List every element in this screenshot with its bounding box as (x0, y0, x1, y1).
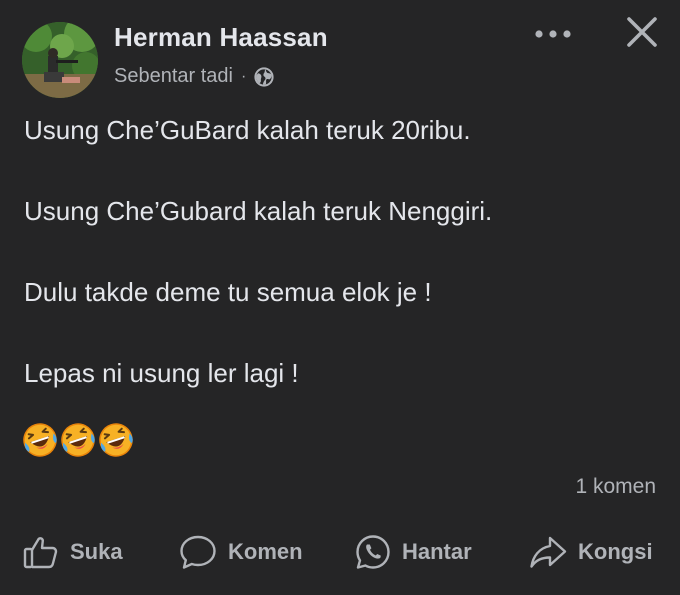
share-label: Kongsi (578, 539, 653, 564)
globe-icon (254, 66, 274, 87)
send-button[interactable]: Hantar (354, 528, 472, 576)
comment-button[interactable]: Komen (178, 528, 303, 576)
send-label: Hantar (402, 539, 472, 564)
post-text: Usung Che’GuBard kalah teruk 20ribu. Usu… (24, 110, 654, 434)
like-button[interactable]: Suka (22, 528, 123, 576)
author-name[interactable]: Herman Haassan (114, 22, 328, 53)
post-meta: Sebentar tadi · (114, 65, 274, 88)
post-line: Usung Che’GuBard kalah teruk 20ribu. (24, 115, 471, 145)
laughing-emoji-icon (22, 422, 58, 463)
laughing-emoji-icon (60, 422, 96, 463)
share-arrow-icon (528, 533, 568, 571)
whatsapp-icon (354, 533, 392, 571)
speech-bubble-icon (178, 533, 218, 571)
post-line: Usung Che’Gubard kalah teruk Nenggiri. (24, 196, 493, 226)
comment-count-link[interactable]: 1 komen (575, 475, 656, 499)
emoji-row (22, 422, 134, 463)
more-options-button[interactable] (530, 22, 576, 48)
close-button[interactable] (620, 12, 664, 56)
post-line: Lepas ni usung ler lagi ! (24, 358, 299, 388)
thumbs-up-icon (22, 533, 60, 571)
share-button[interactable]: Kongsi (528, 528, 653, 576)
action-bar: Suka Komen Hantar Kongsi (0, 528, 680, 576)
like-label: Suka (70, 539, 123, 564)
meta-separator: · (240, 67, 247, 85)
close-icon (625, 15, 659, 54)
comment-label: Komen (228, 539, 303, 564)
more-dots-icon (533, 26, 573, 44)
author-avatar[interactable] (22, 22, 98, 98)
post-timestamp[interactable]: Sebentar tadi (114, 65, 233, 88)
post-line: Dulu takde deme tu semua elok je ! (24, 277, 432, 307)
laughing-emoji-icon (98, 422, 134, 463)
